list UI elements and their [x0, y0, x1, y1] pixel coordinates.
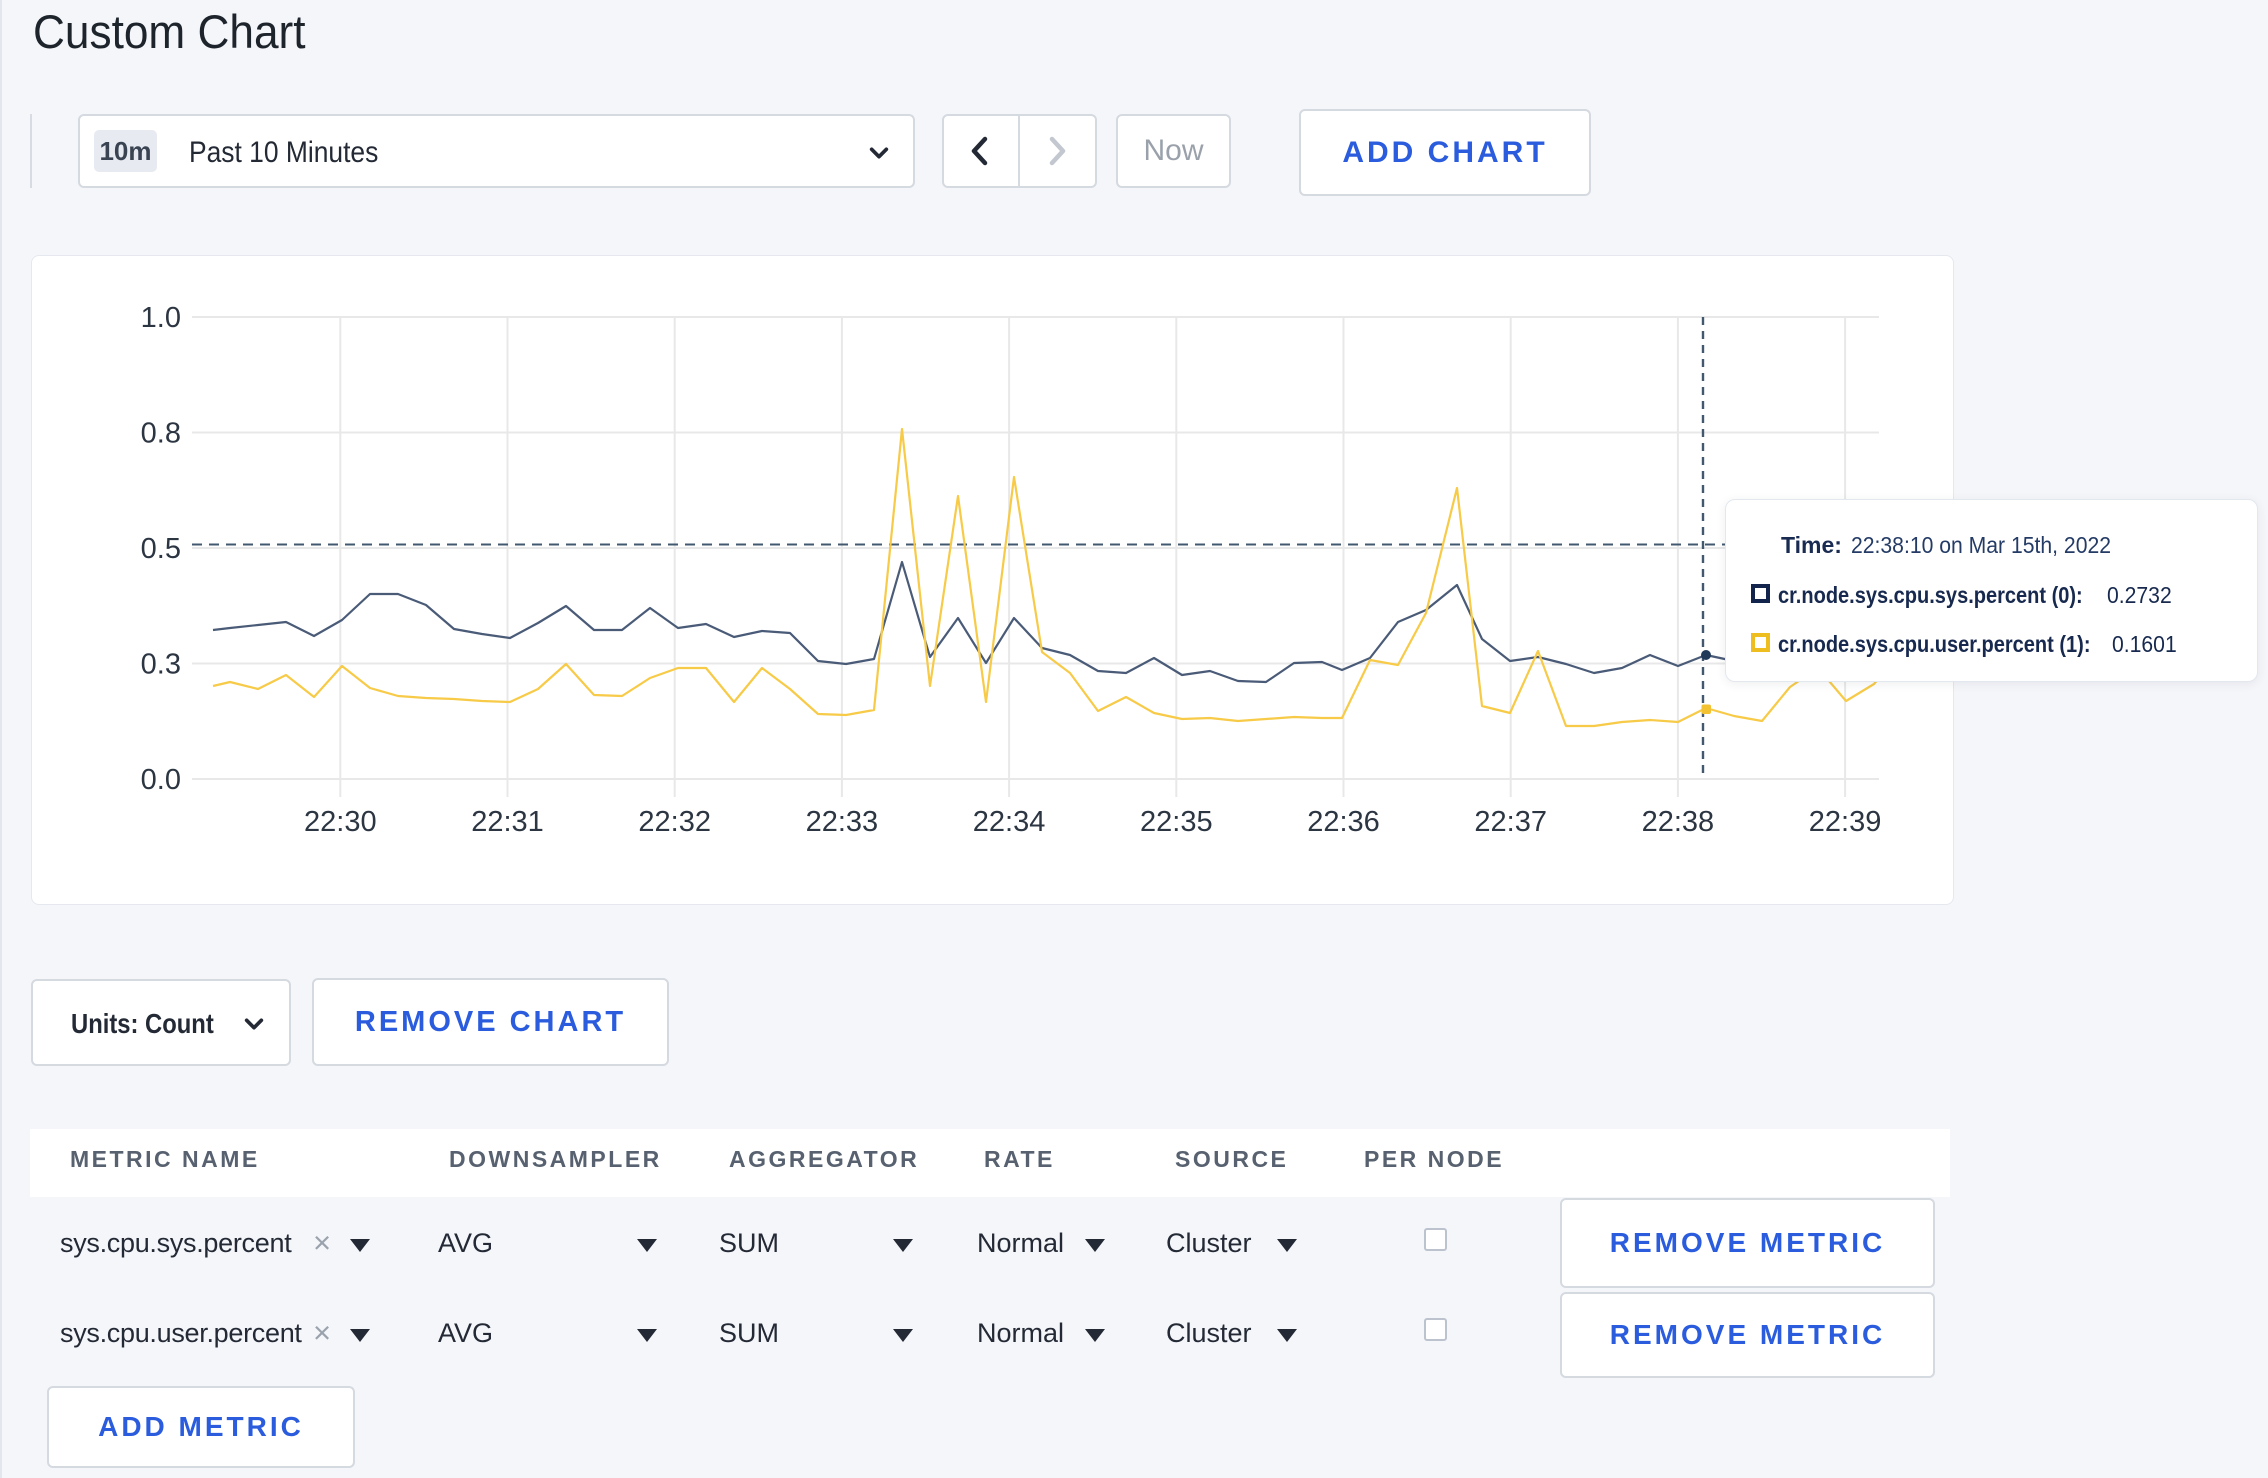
svg-text:22:30: 22:30	[304, 806, 377, 838]
svg-text:22:37: 22:37	[1474, 806, 1547, 838]
svg-text:22:39: 22:39	[1809, 806, 1882, 838]
svg-text:0.3: 0.3	[141, 649, 181, 681]
svg-text:22:33: 22:33	[806, 806, 879, 838]
svg-text:22:38: 22:38	[1642, 806, 1715, 838]
svg-text:22:31: 22:31	[471, 806, 544, 838]
svg-text:0.5: 0.5	[141, 533, 181, 565]
svg-text:22:34: 22:34	[973, 806, 1046, 838]
svg-text:1.0: 1.0	[141, 302, 181, 334]
svg-text:22:36: 22:36	[1307, 806, 1380, 838]
svg-text:0.0: 0.0	[141, 764, 181, 796]
svg-text:0.8: 0.8	[141, 418, 181, 450]
svg-text:22:35: 22:35	[1140, 806, 1213, 838]
svg-text:22:32: 22:32	[638, 806, 711, 838]
